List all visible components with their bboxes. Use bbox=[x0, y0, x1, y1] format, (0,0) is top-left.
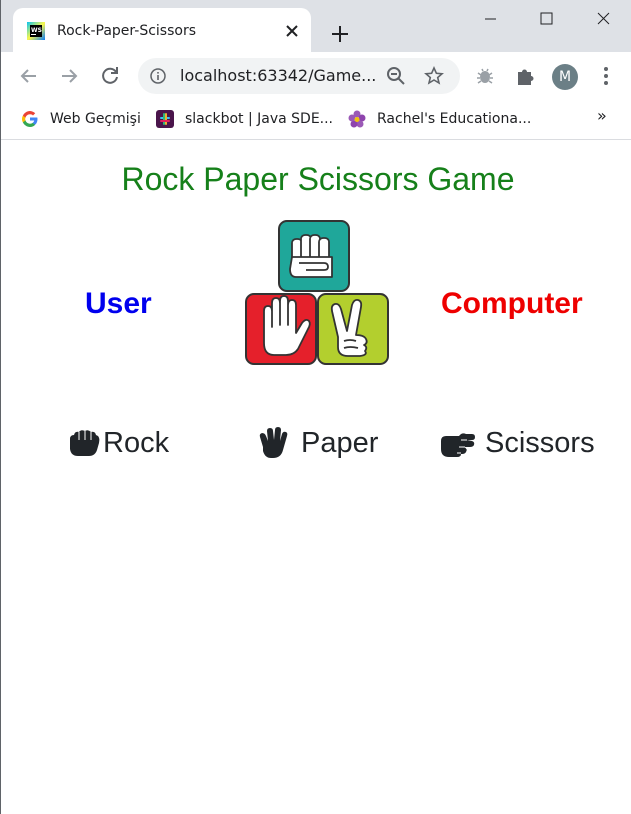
minimize-icon bbox=[485, 18, 496, 20]
slack-icon bbox=[156, 110, 174, 128]
scissors-label: Scissors bbox=[485, 426, 595, 459]
bug-extension-button[interactable] bbox=[473, 64, 497, 88]
extensions-button[interactable] bbox=[514, 64, 538, 88]
reload-icon bbox=[102, 67, 118, 84]
arrow-left-icon bbox=[20, 69, 36, 83]
bookmark-label: Rachel's Educationa... bbox=[377, 111, 532, 127]
puzzle-icon bbox=[518, 69, 534, 85]
browser-window: WS Rock-Paper-Scissors localhost:63342/G… bbox=[0, 0, 631, 814]
browser-toolbar: localhost:63342/Game... M bbox=[1, 52, 631, 100]
bookmark-label: Web Geçmişi bbox=[50, 111, 141, 127]
tab-strip: WS Rock-Paper-Scissors bbox=[1, 0, 631, 52]
address-bar[interactable]: localhost:63342/Game... bbox=[138, 58, 460, 94]
bug-icon bbox=[477, 68, 493, 84]
hand-paper-icon bbox=[259, 427, 288, 458]
browser-tab[interactable]: WS Rock-Paper-Scissors bbox=[13, 8, 311, 52]
google-icon bbox=[22, 111, 38, 127]
rock-label: Rock bbox=[103, 426, 170, 459]
arrow-right-icon bbox=[62, 69, 78, 83]
avatar[interactable]: M bbox=[552, 64, 578, 90]
url-text[interactable]: localhost:63342/Game... bbox=[180, 66, 376, 85]
tab-close-button[interactable] bbox=[281, 20, 303, 42]
rock-paper-scissors-logo bbox=[245, 220, 389, 365]
zoom-out-icon[interactable] bbox=[386, 66, 406, 86]
bookmarks-bar: Web Geçmişi slackbot | Java SDE... Rache… bbox=[1, 100, 631, 140]
close-icon bbox=[597, 12, 610, 25]
user-label: User bbox=[85, 287, 152, 320]
bookmark-slackbot[interactable]: slackbot | Java SDE... bbox=[156, 108, 333, 130]
scissors-button[interactable]: Scissors bbox=[439, 423, 595, 463]
new-tab-button[interactable] bbox=[326, 20, 354, 48]
bookmark-web-gecmisi[interactable]: Web Geçmişi bbox=[21, 108, 141, 130]
computer-label: Computer bbox=[441, 287, 583, 320]
window-close-button[interactable] bbox=[574, 0, 631, 40]
close-icon bbox=[286, 25, 298, 37]
more-vert-icon bbox=[604, 67, 608, 85]
more-bookmarks-button[interactable]: » bbox=[597, 106, 607, 125]
minimize-button[interactable] bbox=[461, 0, 519, 40]
svg-text:WS: WS bbox=[31, 27, 42, 34]
paper-button[interactable]: Paper bbox=[255, 423, 378, 463]
maximize-button[interactable] bbox=[517, 0, 575, 40]
browser-menu-button[interactable] bbox=[596, 64, 616, 88]
bookmark-label: slackbot | Java SDE... bbox=[185, 111, 334, 127]
info-icon[interactable] bbox=[150, 68, 166, 84]
page-title: Rock Paper Scissors Game bbox=[121, 161, 515, 197]
webstorm-icon: WS bbox=[27, 22, 45, 40]
star-icon[interactable] bbox=[424, 66, 444, 86]
plus-icon bbox=[332, 26, 348, 42]
page-content: Rock Paper Scissors Game User Computer R… bbox=[1, 141, 631, 814]
flower-icon bbox=[348, 110, 366, 128]
back-button[interactable] bbox=[15, 62, 43, 90]
paper-label: Paper bbox=[301, 426, 379, 459]
tab-title: Rock-Paper-Scissors bbox=[57, 23, 197, 39]
forward-button[interactable] bbox=[55, 62, 83, 90]
reload-button[interactable] bbox=[96, 62, 124, 90]
bookmark-rachels-educational[interactable]: Rachel's Educationa... bbox=[348, 108, 531, 130]
hand-rock-icon bbox=[70, 430, 100, 456]
rock-button[interactable]: Rock bbox=[67, 423, 169, 463]
maximize-icon bbox=[540, 12, 553, 25]
hand-scissors-icon bbox=[441, 433, 475, 457]
